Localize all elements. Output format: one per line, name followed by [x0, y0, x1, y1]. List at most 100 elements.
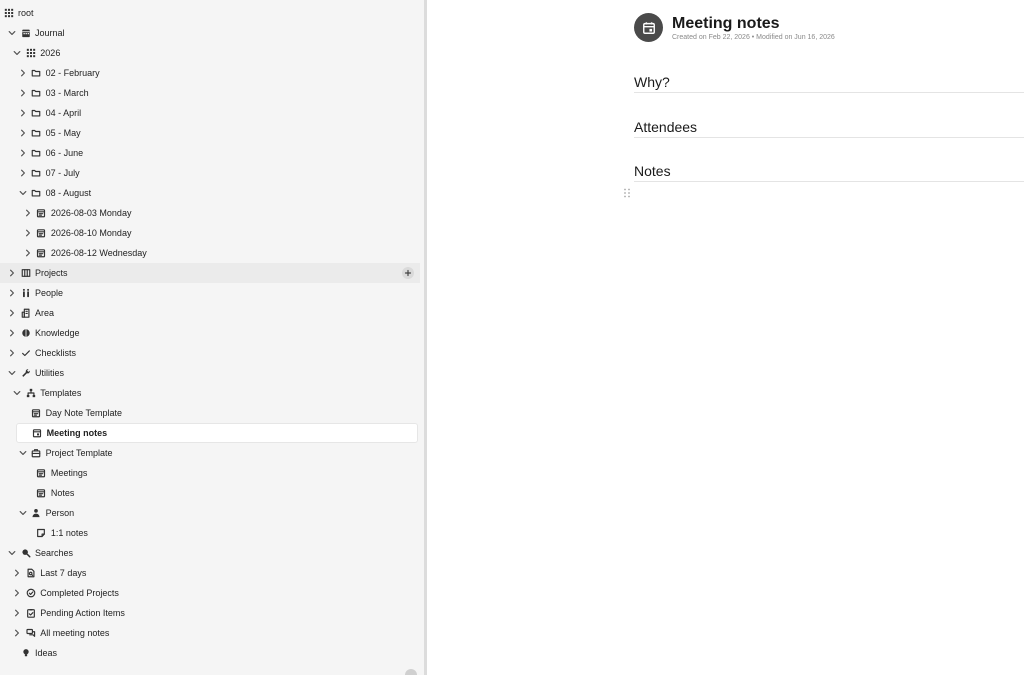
chevron-right-icon[interactable] — [12, 608, 22, 618]
sidebar-item-02-february[interactable]: 02 - February — [0, 63, 418, 83]
note-title[interactable]: Meeting notes — [672, 15, 780, 33]
calendar-event-icon — [32, 428, 43, 439]
heading-notes[interactable]: Notes — [634, 163, 671, 179]
sidebar-item-notes[interactable]: Notes — [0, 483, 418, 503]
chevron-right-icon[interactable] — [23, 248, 33, 258]
sidebar-item-2026-08-12-wednesday[interactable]: 2026-08-12 Wednesday — [0, 243, 418, 263]
clipboard-check-icon — [25, 608, 36, 619]
sidebar-item-label: All meeting notes — [40, 628, 110, 638]
calendar-event-icon[interactable] — [634, 13, 663, 42]
sidebar-item-label: People — [35, 288, 64, 298]
sidebar-item-label: Utilities — [35, 368, 65, 378]
drag-handle-icon[interactable] — [623, 188, 631, 198]
chevron-right-icon[interactable] — [7, 268, 17, 278]
bulb-icon — [20, 648, 31, 659]
sidebar-item-label: 03 - March — [45, 88, 89, 98]
sidebar-item-journal[interactable]: Journal — [0, 23, 418, 43]
sidebar-item-label: Knowledge — [35, 328, 80, 338]
chevron-down-icon[interactable] — [18, 188, 28, 198]
chevron-down-icon[interactable] — [7, 368, 17, 378]
chevron-down-icon[interactable] — [12, 48, 22, 58]
sidebar-item-day-note-template[interactable]: Day Note Template — [0, 403, 418, 423]
chevron-right-icon[interactable] — [7, 288, 17, 298]
sidebar-item-area[interactable]: Area — [0, 303, 418, 323]
sidebar-item-ideas[interactable]: Ideas — [0, 643, 418, 663]
sidebar-item-06-june[interactable]: 06 - June — [0, 143, 418, 163]
sidebar-item-label: Ideas — [35, 648, 58, 658]
calendar-day-icon — [36, 248, 47, 259]
sidebar-item-person[interactable]: Person — [0, 503, 418, 523]
sidebar-item-label: 02 - February — [45, 68, 100, 78]
sidebar-item-completed-projects[interactable]: Completed Projects — [0, 583, 418, 603]
sidebar-item-label: 2026-08-03 Monday — [50, 208, 132, 218]
sidebar-item-2026-08-10-monday[interactable]: 2026-08-10 Monday — [0, 223, 418, 243]
sidebar-item-label: 2026 — [40, 48, 61, 58]
sidebar-item-label: 07 - July — [45, 168, 80, 178]
heading-why[interactable]: Why? — [634, 74, 670, 90]
board-icon — [20, 268, 31, 279]
sidebar-item-project-template[interactable]: Project Template — [0, 443, 418, 463]
add-child-button[interactable] — [402, 267, 414, 279]
grid-icon — [3, 8, 14, 19]
chevron-right-icon[interactable] — [18, 148, 28, 158]
chevron-right-icon[interactable] — [12, 568, 22, 578]
chevron-right-icon[interactable] — [18, 68, 28, 78]
grid-icon — [25, 48, 36, 59]
chevron-right-icon[interactable] — [18, 128, 28, 138]
sidebar-item-searches[interactable]: Searches — [0, 543, 418, 563]
chevron-down-icon[interactable] — [18, 448, 28, 458]
chevron-down-icon[interactable] — [7, 548, 17, 558]
sidebar-item-03-march[interactable]: 03 - March — [0, 83, 418, 103]
chevron-right-icon[interactable] — [12, 628, 22, 638]
sidebar-item-08-august[interactable]: 08 - August — [0, 183, 418, 203]
chevron-right-icon[interactable] — [12, 588, 22, 598]
briefcase-icon — [31, 448, 42, 459]
sidebar-item-2026[interactable]: 2026 — [0, 43, 418, 63]
chevron-right-icon[interactable] — [7, 308, 17, 318]
sidebar-item-label: Last 7 days — [40, 568, 87, 578]
chevron-right-icon[interactable] — [7, 328, 17, 338]
sidebar-item-meetings[interactable]: Meetings — [0, 463, 418, 483]
folder-icon — [31, 128, 42, 139]
sidebar-item-label: 2026-08-12 Wednesday — [50, 248, 147, 258]
calendar-day-icon — [36, 208, 47, 219]
sidebar-item-07-july[interactable]: 07 - July — [0, 163, 418, 183]
chevron-down-icon[interactable] — [7, 28, 17, 38]
calendar-icon — [20, 28, 31, 39]
sidebar-item-2026-08-03-monday[interactable]: 2026-08-03 Monday — [0, 203, 418, 223]
folder-icon — [31, 148, 42, 159]
sidebar-item-meeting-notes[interactable]: Meeting notes — [16, 423, 418, 443]
chevron-right-icon[interactable] — [18, 108, 28, 118]
sidebar-item-04-april[interactable]: 04 - April — [0, 103, 418, 123]
sidebar-item-projects[interactable]: Projects — [0, 263, 420, 283]
chevron-right-icon[interactable] — [18, 168, 28, 178]
sidebar-scroll-button[interactable] — [405, 669, 417, 675]
sidebar-item-checklists[interactable]: Checklists — [0, 343, 418, 363]
chevron-down-icon[interactable] — [18, 508, 28, 518]
sidebar-item-label: 08 - August — [45, 188, 92, 198]
folder-icon — [31, 108, 42, 119]
file-search-icon — [25, 568, 36, 579]
chevron-right-icon[interactable] — [7, 348, 17, 358]
sidebar-item-pending-action-items[interactable]: Pending Action Items — [0, 603, 418, 623]
sidebar-item-label: Checklists — [35, 348, 77, 358]
sidebar-item-label: Day Note Template — [45, 408, 122, 418]
sidebar-item-knowledge[interactable]: Knowledge — [0, 323, 418, 343]
sidebar-item-all-meeting-notes[interactable]: All meeting notes — [0, 623, 418, 643]
sidebar-item-utilities[interactable]: Utilities — [0, 363, 418, 383]
sidebar-item-people[interactable]: People — [0, 283, 418, 303]
chevron-down-icon[interactable] — [12, 388, 22, 398]
heading-attendees[interactable]: Attendees — [634, 119, 697, 135]
chevron-right-icon[interactable] — [18, 88, 28, 98]
sidebar-item-label: 2026-08-10 Monday — [50, 228, 132, 238]
chevron-right-icon[interactable] — [23, 208, 33, 218]
sidebar-item-last-7-days[interactable]: Last 7 days — [0, 563, 418, 583]
sidebar-item-templates[interactable]: Templates — [0, 383, 418, 403]
chevron-right-icon[interactable] — [23, 228, 33, 238]
sidebar-item-05-may[interactable]: 05 - May — [0, 123, 418, 143]
sidebar-item-root[interactable]: root — [0, 3, 418, 23]
sidebar-item-1-1-notes[interactable]: 1:1 notes — [0, 523, 418, 543]
folder-icon — [31, 188, 42, 199]
